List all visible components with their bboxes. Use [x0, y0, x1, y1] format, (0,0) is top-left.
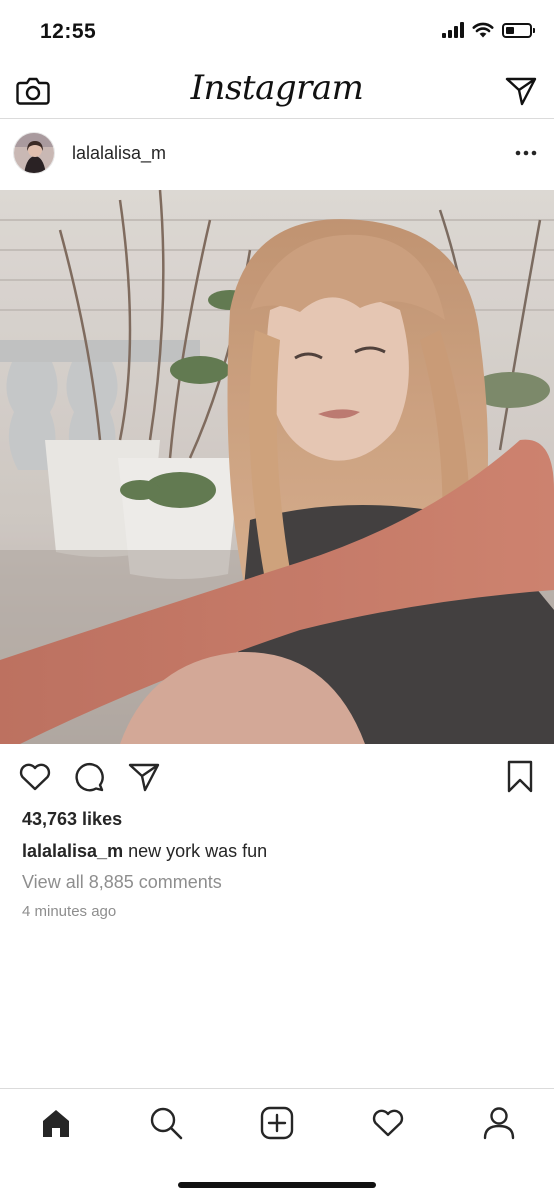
avatar-image — [14, 133, 54, 173]
activity-heart-icon — [372, 1109, 404, 1137]
tab-activity[interactable] — [368, 1103, 408, 1143]
more-options-button[interactable] — [514, 141, 538, 165]
app-logo: Instagram — [190, 68, 364, 108]
home-indicator[interactable] — [178, 1182, 376, 1188]
like-button[interactable] — [18, 760, 52, 794]
post-header: lalalalisa_m — [0, 119, 554, 190]
battery-icon — [502, 22, 535, 38]
heart-icon — [19, 763, 51, 791]
save-button[interactable] — [503, 760, 537, 794]
bookmark-icon — [507, 760, 533, 793]
search-icon — [150, 1107, 183, 1140]
tab-home[interactable] — [36, 1103, 76, 1143]
tab-new-post[interactable] — [257, 1103, 297, 1143]
share-button[interactable] — [127, 760, 161, 794]
cellular-signal-icon — [442, 22, 464, 38]
battery-level — [506, 26, 514, 34]
direct-message-icon — [505, 77, 537, 106]
status-bar: 12:55 — [0, 0, 554, 64]
more-options-icon — [515, 150, 537, 156]
post-username[interactable]: lalalalisa_m — [72, 143, 166, 164]
comment-button[interactable] — [72, 760, 106, 794]
avatar[interactable] — [13, 132, 55, 174]
comment-icon — [75, 762, 104, 792]
direct-messages-button[interactable] — [501, 71, 541, 111]
tab-profile[interactable] — [479, 1103, 519, 1143]
post-actions — [0, 744, 554, 810]
wifi-icon — [472, 22, 494, 38]
profile-icon — [483, 1107, 515, 1140]
likes-count[interactable]: 43,763 likes — [22, 809, 122, 830]
post-photo[interactable] — [0, 190, 554, 744]
post-timestamp: 4 minutes ago — [22, 903, 117, 920]
view-comments-link[interactable]: View all 8,885 comments — [22, 872, 222, 893]
post-photo-image — [0, 190, 554, 744]
add-post-icon — [260, 1106, 294, 1140]
status-icons — [442, 22, 535, 38]
status-time: 12:55 — [40, 20, 97, 43]
share-icon — [128, 763, 160, 792]
home-icon — [43, 1110, 69, 1137]
caption-text: new york was fun — [128, 841, 268, 861]
caption-username[interactable]: lalalalisa_m — [22, 841, 123, 861]
top-navigation-bar: Instagram — [0, 64, 554, 119]
post-caption: lalalalisa_m new york was fun — [22, 841, 267, 862]
tab-search[interactable] — [146, 1103, 186, 1143]
